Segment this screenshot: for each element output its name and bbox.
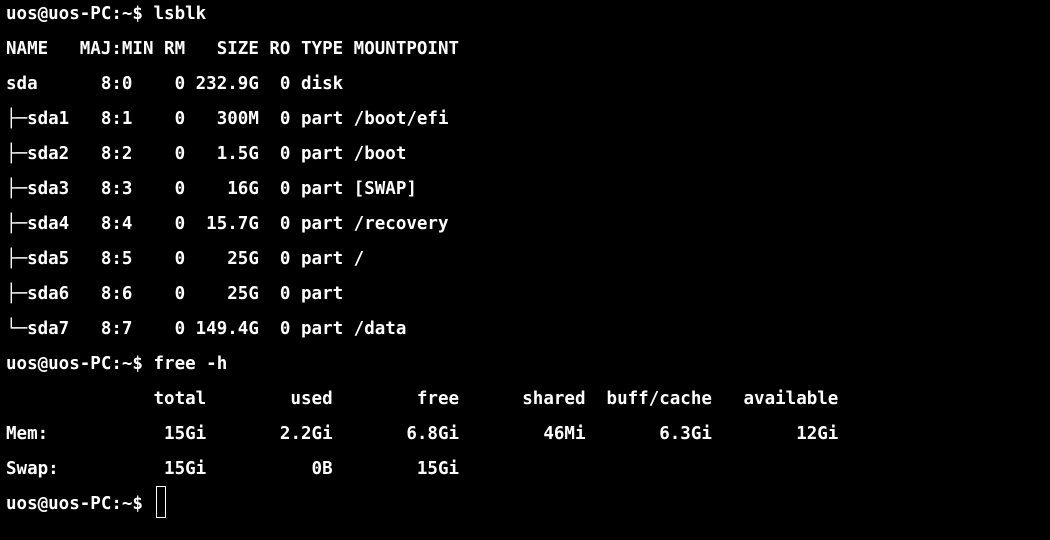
lsblk-row-sda6: ├─sda6 8:6 0 25G 0 part <box>6 284 344 304</box>
lsblk-row-sda2: ├─sda2 8:2 0 1.5G 0 part /boot <box>6 144 407 164</box>
lsblk-header-row: NAME MAJ:MIN RM SIZE RO TYPE MOUNTPOINT <box>6 39 460 59</box>
lsblk-row-sda5: ├─sda5 8:5 0 25G 0 part / <box>6 249 365 269</box>
current-prompt-line[interactable]: uos@uos-PC:~$ <box>6 486 1050 522</box>
free-row-swap: Swap: 15Gi 0B 15Gi <box>6 459 460 479</box>
free-header-row: total used free shared buff/cache availa… <box>6 389 839 409</box>
prompt-lsblk-command: uos@uos-PC:~$ lsblk <box>6 4 207 24</box>
prompt-free-command: uos@uos-PC:~$ free -h <box>6 354 228 374</box>
lsblk-row-sda4: ├─sda4 8:4 0 15.7G 0 part /recovery <box>6 214 449 234</box>
text-cursor <box>155 486 166 518</box>
free-row-mem: Mem: 15Gi 2.2Gi 6.8Gi 46Mi 6.3Gi 12Gi <box>6 424 839 444</box>
lsblk-row-sda: sda 8:0 0 232.9G 0 disk <box>6 74 344 94</box>
lsblk-row-sda7: └─sda7 8:7 0 149.4G 0 part /data <box>6 319 407 339</box>
terminal-window[interactable]: uos@uos-PC:~$ lsblk NAME MAJ:MIN RM SIZE… <box>0 0 1050 537</box>
lsblk-row-sda1: ├─sda1 8:1 0 300M 0 part /boot/efi <box>6 109 449 129</box>
lsblk-row-sda3: ├─sda3 8:3 0 16G 0 part [SWAP] <box>6 179 417 199</box>
current-prompt: uos@uos-PC:~$ <box>6 494 154 514</box>
